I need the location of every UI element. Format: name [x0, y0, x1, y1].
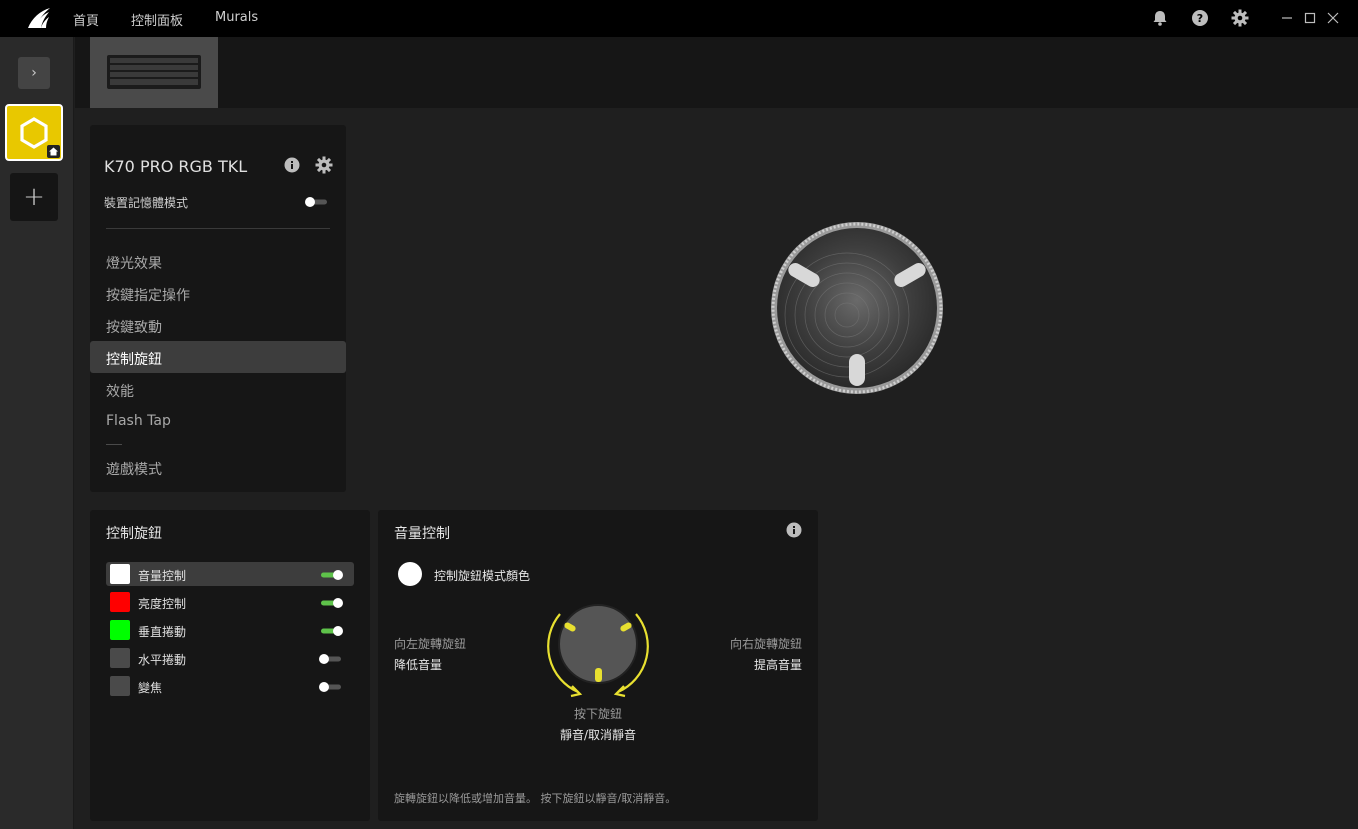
help-icon[interactable]: ? — [1191, 9, 1209, 27]
press-title: 按下旋鈕 — [573, 707, 622, 721]
color-swatch[interactable] — [110, 592, 130, 612]
color-swatch[interactable] — [110, 676, 130, 696]
add-profile-button[interactable]: + — [10, 173, 58, 221]
corsair-logo-icon — [28, 8, 50, 28]
settings-gear-icon[interactable] — [1231, 9, 1249, 27]
memory-mode-label: 裝置記憶體模式 — [104, 196, 189, 210]
dial-mode-label: 亮度控制 — [138, 597, 187, 611]
menu-item-flash-tap[interactable]: Flash Tap — [106, 413, 171, 429]
keyboard-icon — [107, 55, 201, 89]
dial-modes-title: 控制旋鈕 — [106, 526, 162, 542]
hexagon-profile-icon — [20, 117, 48, 149]
plus-icon: + — [23, 182, 45, 212]
rotate-right-title: 向右旋轉旋鈕 — [729, 637, 802, 651]
press-action: 靜音/取消靜音 — [559, 728, 637, 742]
memory-mode-toggle[interactable] — [305, 197, 329, 207]
nav-dashboard[interactable]: 控制面板 — [131, 10, 183, 29]
close-icon[interactable] — [1324, 9, 1342, 27]
dial-mode-label: 垂直捲動 — [138, 625, 187, 639]
menu-item-lighting[interactable]: 燈光效果 — [106, 253, 162, 273]
volume-control-panel: 音量控制 控制旋鈕模式顏色 向左旋轉旋鈕 降低音量 向右旋轉旋鈕 提高音量 按下… — [378, 510, 818, 821]
dial-modes-panel: 控制旋鈕 音量控制 亮度控制 垂直捲動 水平捲動 變焦 — [90, 510, 370, 821]
device-thumbnail[interactable] — [90, 37, 218, 108]
top-bar: 首頁 控制面板 Murals ? — [0, 0, 1358, 37]
control-dial-preview — [771, 222, 943, 394]
info-icon[interactable] — [284, 157, 300, 173]
device-badge-icon — [47, 145, 60, 158]
color-swatch[interactable] — [110, 564, 130, 584]
dial-diagram — [547, 604, 649, 698]
color-swatch[interactable] — [110, 620, 130, 640]
dial-mode-toggle[interactable] — [319, 654, 343, 664]
nav-home[interactable]: 首頁 — [73, 10, 99, 29]
nav-murals[interactable]: Murals — [215, 10, 258, 25]
device-settings-gear-icon[interactable] — [315, 156, 333, 174]
profile-tile[interactable] — [5, 104, 63, 161]
device-menu-panel: K70 PRO RGB TKL 裝置記憶體模式 燈光效果 按鍵指定操作 按鍵致動… — [90, 125, 346, 492]
menu-item-key-assignments[interactable]: 按鍵指定操作 — [106, 285, 190, 305]
device-name: K70 PRO RGB TKL — [104, 157, 248, 176]
minimize-icon[interactable] — [1278, 9, 1296, 27]
menu-item-control-dial[interactable]: 控制旋鈕 — [106, 349, 162, 369]
menu-item-actuation[interactable]: 按鍵致動 — [106, 317, 162, 337]
maximize-icon[interactable] — [1301, 9, 1319, 27]
volume-panel-title: 音量控制 — [394, 526, 450, 542]
dial-mode-label: 音量控制 — [138, 569, 187, 583]
info-icon[interactable] — [786, 522, 802, 538]
menu-item-performance[interactable]: 效能 — [106, 381, 134, 401]
mode-color-label: 控制旋鈕模式顏色 — [434, 569, 531, 583]
rotate-left-action: 降低音量 — [394, 658, 443, 672]
volume-description: 旋轉旋鈕以降低或增加音量。 按下旋鈕以靜音/取消靜音。 — [394, 792, 677, 805]
dial-mode-toggle[interactable] — [319, 682, 343, 692]
device-strip — [75, 37, 1358, 108]
dial-mode-label: 變焦 — [138, 681, 163, 695]
dial-mode-toggle[interactable] — [319, 598, 343, 608]
rotate-right-action: 提高音量 — [753, 658, 802, 672]
notification-bell-icon[interactable] — [1151, 9, 1169, 27]
mode-color-picker[interactable] — [398, 562, 422, 586]
dial-mode-label: 水平捲動 — [138, 653, 187, 667]
color-swatch[interactable] — [110, 648, 130, 668]
expand-sidebar-button[interactable]: › — [18, 57, 50, 89]
left-rail: › + — [0, 37, 74, 829]
dial-mode-toggle[interactable] — [319, 570, 343, 580]
menu-item-game-mode[interactable]: 遊戲模式 — [106, 459, 162, 479]
divider — [106, 228, 330, 229]
chevron-right-icon: › — [31, 65, 37, 81]
dial-mode-toggle[interactable] — [319, 626, 343, 636]
svg-text:?: ? — [1197, 12, 1203, 25]
menu-separator — [106, 444, 122, 445]
rotate-left-title: 向左旋轉旋鈕 — [394, 637, 467, 651]
